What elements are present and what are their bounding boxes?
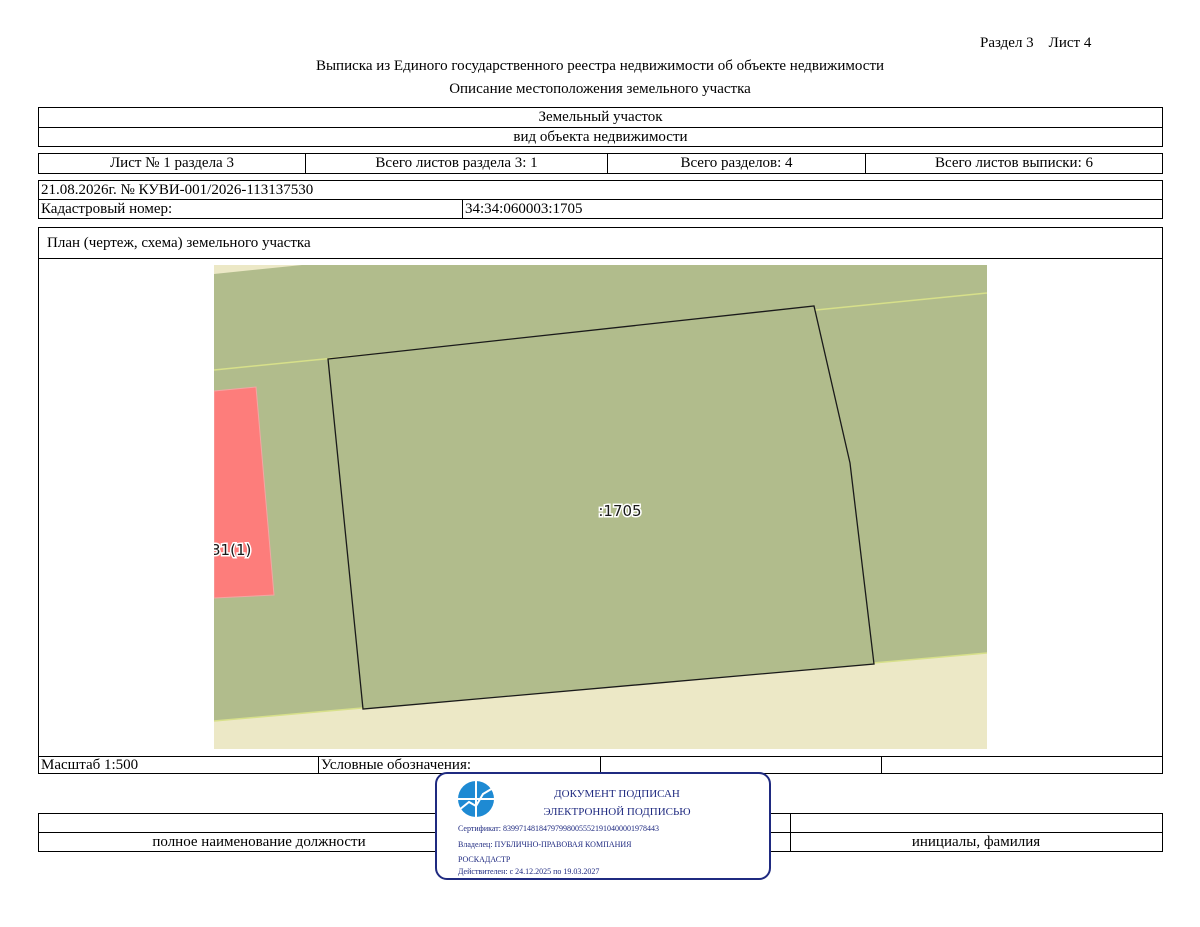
object-type-caption: вид объекта недвижимости bbox=[513, 129, 688, 145]
total-section-sheets: Всего листов раздела 3: 1 bbox=[306, 154, 608, 173]
parcel-label-fill: :1705 bbox=[598, 502, 641, 520]
document-title: Выписка из Единого государственного реес… bbox=[315, 58, 885, 74]
scale-label: Масштаб 1:500 bbox=[39, 757, 319, 773]
stamp-validity: Действителен: с 24.12.2025 по 19.03.2027 bbox=[458, 867, 600, 876]
sheets-info-table: Лист № 1 раздела 3 Всего листов раздела … bbox=[38, 153, 1163, 174]
total-sections: Всего разделов: 4 bbox=[608, 154, 866, 173]
record-date-number: 21.08.2026г. № КУВИ-001/2026-113137530 bbox=[41, 182, 314, 198]
rosreestr-logo-icon bbox=[458, 781, 494, 817]
document-subtitle: Описание местоположения земельного участ… bbox=[449, 81, 751, 97]
total-extract-sheets: Всего листов выписки: 6 bbox=[935, 155, 1093, 171]
name-caption: инициалы, фамилия bbox=[911, 834, 1041, 850]
stamp-line-2: ЭЛЕКТРОННОЙ ПОДПИСЬЮ bbox=[543, 806, 691, 818]
legend-cell-3 bbox=[882, 757, 1162, 773]
legend-label: Условные обозначения: bbox=[319, 757, 601, 773]
e-signature-stamp: ДОКУМЕНТ ПОДПИСАН ЭЛЕКТРОННОЙ ПОДПИСЬЮ С… bbox=[435, 772, 771, 880]
object-type-table: Земельный участок вид объекта недвижимос… bbox=[38, 107, 1163, 147]
record-info-table: 21.08.2026г. № КУВИ-001/2026-113137530 К… bbox=[38, 180, 1163, 219]
stamp-owner-2: РОСКАДАСТР bbox=[458, 855, 511, 864]
stamp-line-1: ДОКУМЕНТ ПОДПИСАН bbox=[554, 788, 680, 800]
position-caption: полное наименование должности bbox=[152, 834, 366, 850]
cadastral-number-value: 34:34:060003:1705 bbox=[465, 201, 583, 217]
stamp-certificate: Сертификат: 8399714818479799800555219104… bbox=[458, 824, 659, 833]
parcel-map: :1705 :1705 31(1) 31(1) bbox=[214, 265, 987, 749]
object-type-value: Земельный участок bbox=[538, 109, 663, 125]
cadastral-number-label: Кадастровый номер: bbox=[39, 200, 463, 218]
stamp-owner-1: Владелец: ПУБЛИЧНО-ПРАВОВАЯ КОМПАНИЯ bbox=[458, 840, 632, 849]
legend-cell-2 bbox=[601, 757, 882, 773]
plan-title: План (чертеж, схема) земельного участка bbox=[47, 235, 311, 251]
sheet-number: Лист № 1 раздела 3 bbox=[39, 154, 306, 173]
section-sheet-label: Раздел 3 Лист 4 bbox=[980, 35, 1092, 51]
neighbor-label-fill: 31(1) bbox=[214, 541, 251, 559]
